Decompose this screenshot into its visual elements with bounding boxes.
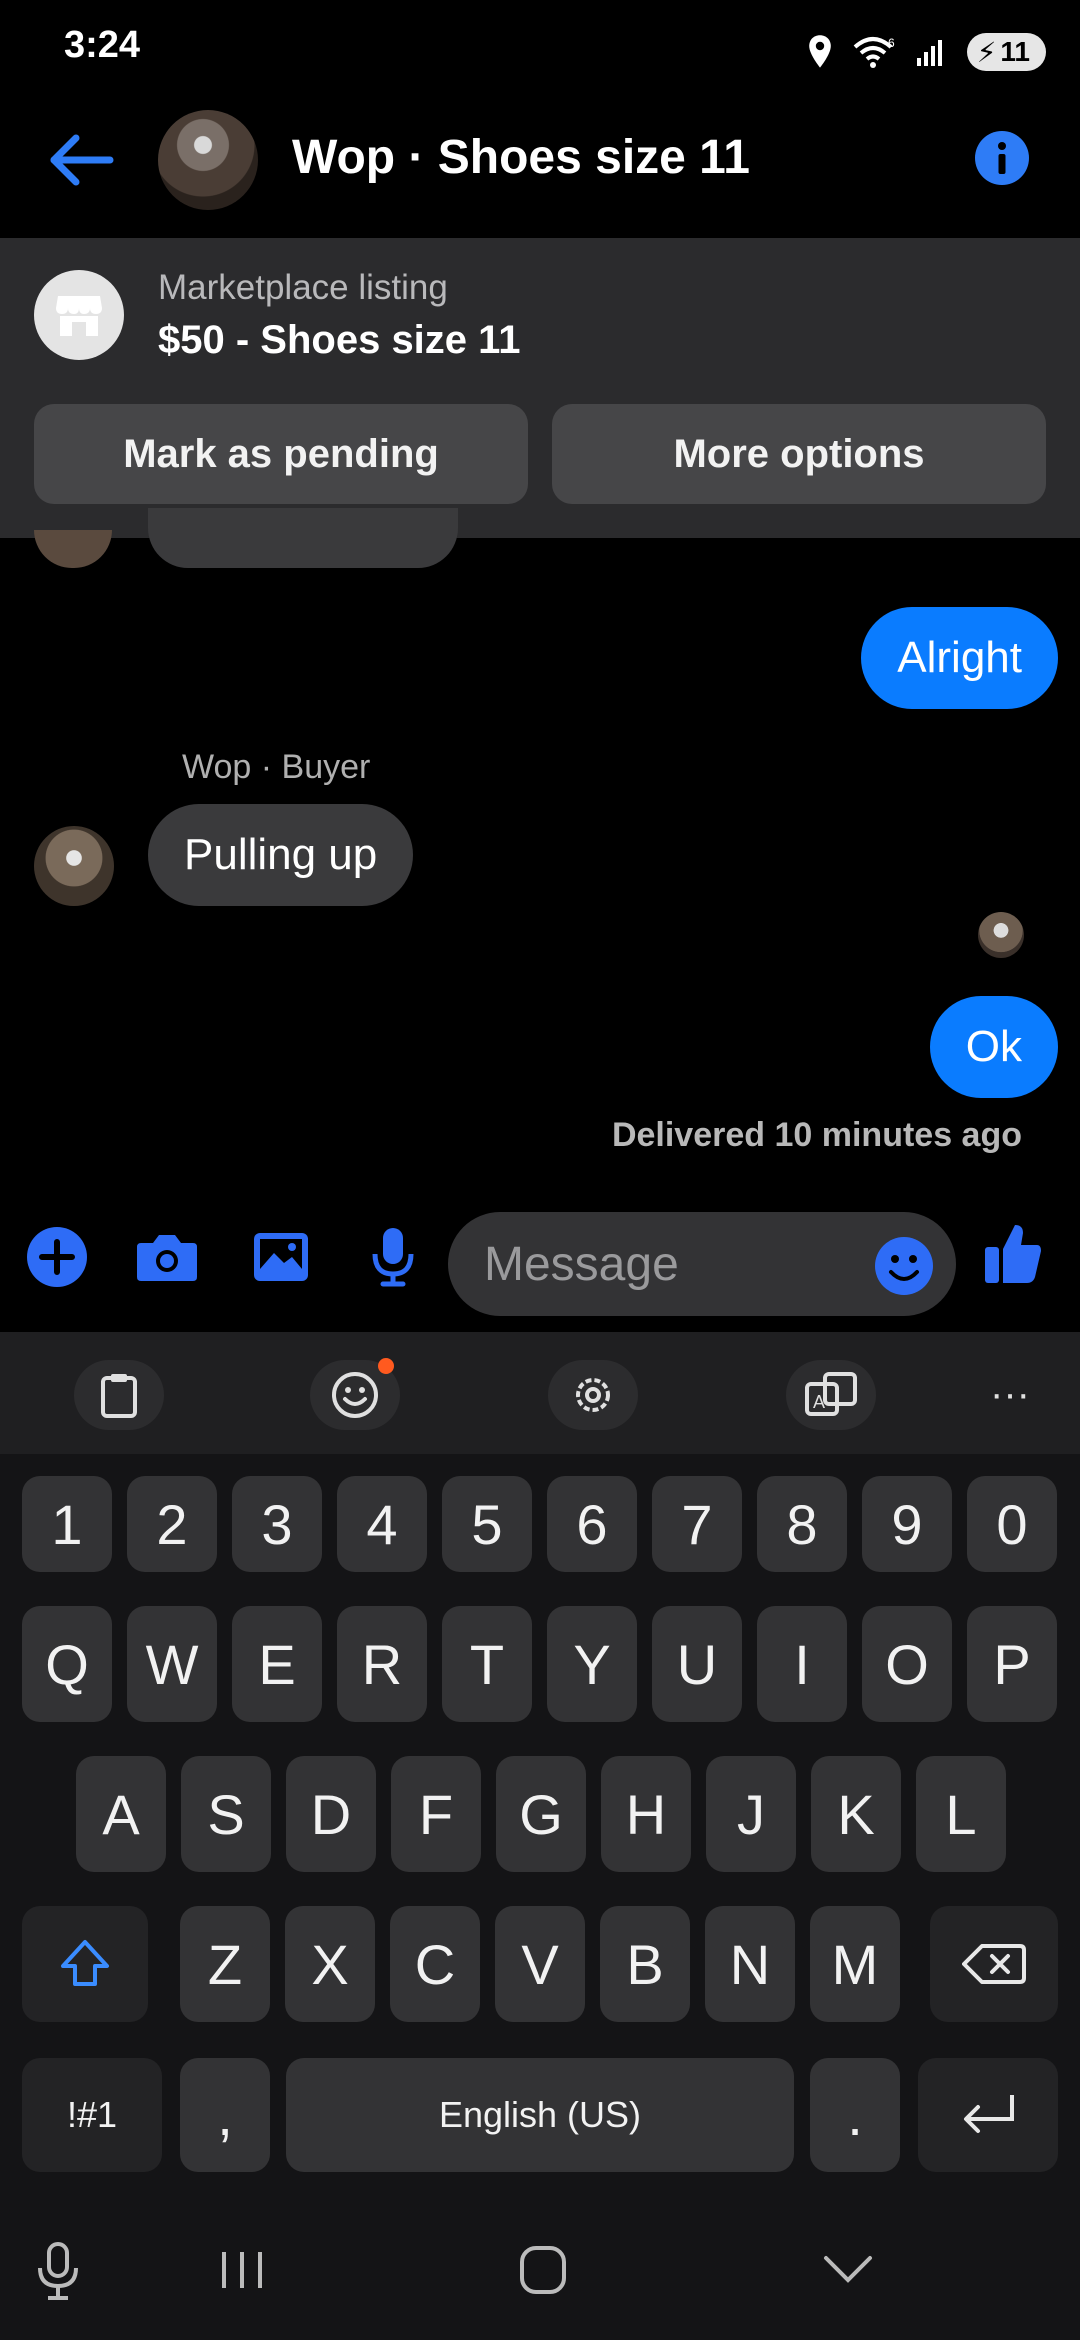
backspace-icon — [962, 1944, 1026, 1984]
key-3[interactable]: 3 — [232, 1476, 322, 1572]
spacebar[interactable]: English (US) — [286, 2058, 794, 2172]
key-x[interactable]: X — [285, 1906, 375, 2022]
message-bubble-outgoing[interactable]: Alright — [861, 607, 1058, 709]
key-v[interactable]: V — [495, 1906, 585, 2022]
key-b[interactable]: B — [600, 1906, 690, 2022]
key-p[interactable]: P — [967, 1606, 1057, 1722]
settings-gear-icon[interactable] — [548, 1360, 638, 1430]
key-7[interactable]: 7 — [652, 1476, 742, 1572]
emoji-icon[interactable] — [874, 1236, 934, 1296]
location-icon — [808, 35, 831, 68]
key-q[interactable]: Q — [22, 1606, 112, 1722]
key-f[interactable]: F — [391, 1756, 481, 1872]
key-5[interactable]: 5 — [442, 1476, 532, 1572]
marketplace-shop-icon — [34, 270, 124, 360]
key-t[interactable]: T — [442, 1606, 532, 1722]
hide-keyboard-chevron-down-icon[interactable] — [822, 2252, 874, 2286]
key-1[interactable]: 1 — [22, 1476, 112, 1572]
enter-key[interactable] — [918, 2058, 1058, 2172]
key-2[interactable]: 2 — [127, 1476, 217, 1572]
key-a[interactable]: A — [76, 1756, 166, 1872]
clipboard-icon[interactable] — [74, 1360, 164, 1430]
plus-icon[interactable] — [22, 1222, 92, 1292]
notification-dot — [378, 1358, 394, 1374]
charging-icon: ⚡ — [976, 36, 997, 68]
signal-icon — [916, 40, 942, 66]
key-6[interactable]: 6 — [547, 1476, 637, 1572]
delivery-status: Delivered 10 minutes ago — [611, 1116, 1022, 1154]
key-g[interactable]: G — [496, 1756, 586, 1872]
svg-text:A: A — [813, 1392, 825, 1412]
avatar[interactable] — [34, 826, 114, 906]
key-i[interactable]: I — [757, 1606, 847, 1722]
key-w[interactable]: W — [127, 1606, 217, 1722]
period-key[interactable]: . — [810, 2058, 900, 2172]
partial-avatar — [34, 530, 112, 568]
key-n[interactable]: N — [705, 1906, 795, 2022]
listing-title[interactable]: $50 - Shoes size 11 — [158, 318, 520, 363]
key-4[interactable]: 4 — [337, 1476, 427, 1572]
message-text: Pulling up — [184, 830, 378, 879]
status-time: 3:24 — [64, 24, 141, 66]
keyboard-emoji-icon[interactable] — [310, 1358, 400, 1430]
backspace-key[interactable] — [930, 1906, 1058, 2022]
sender-label: Wop · Buyer — [182, 748, 371, 786]
conversation-title[interactable]: Wop · Shoes size 11 — [292, 130, 750, 185]
status-icons: 6 ⚡ 11 — [805, 28, 1046, 76]
key-u[interactable]: U — [652, 1606, 742, 1722]
message-bubble-outgoing[interactable]: Ok — [929, 996, 1058, 1098]
key-c[interactable]: C — [390, 1906, 480, 2022]
mark-as-pending-button[interactable]: Mark as pending — [34, 404, 528, 504]
avatar[interactable] — [158, 110, 258, 210]
seen-indicator-avatar — [978, 912, 1024, 958]
shift-icon — [61, 1940, 109, 1986]
wifi-icon: 6 — [853, 36, 895, 68]
info-icon[interactable] — [974, 130, 1030, 186]
key-z[interactable]: Z — [180, 1906, 270, 2022]
microphone-icon[interactable] — [358, 1222, 428, 1292]
comma-key[interactable]: , — [180, 2058, 270, 2172]
key-s[interactable]: S — [181, 1756, 271, 1872]
shift-key[interactable] — [22, 1906, 148, 2022]
key-m[interactable]: M — [810, 1906, 900, 2022]
home-icon[interactable] — [518, 2244, 568, 2296]
svg-text:6: 6 — [888, 36, 895, 50]
key-r[interactable]: R — [337, 1606, 427, 1722]
key-d[interactable]: D — [286, 1756, 376, 1872]
more-options-button[interactable]: More options — [552, 404, 1046, 504]
recent-apps-icon[interactable] — [218, 2248, 266, 2292]
partial-message-bubble[interactable] — [148, 508, 458, 568]
key-8[interactable]: 8 — [757, 1476, 847, 1572]
enter-icon — [964, 2095, 1014, 2133]
more-dots-icon[interactable]: ··· — [990, 1372, 1030, 1417]
key-e[interactable]: E — [232, 1606, 322, 1722]
key-l[interactable]: L — [916, 1756, 1006, 1872]
symbols-key[interactable]: !#1 — [22, 2058, 162, 2172]
camera-icon[interactable] — [132, 1222, 202, 1292]
message-text: Alright — [897, 633, 1022, 682]
back-arrow-icon[interactable] — [46, 132, 116, 188]
key-o[interactable]: O — [862, 1606, 952, 1722]
key-k[interactable]: K — [811, 1756, 901, 1872]
key-0[interactable]: 0 — [967, 1476, 1057, 1572]
gallery-icon[interactable] — [246, 1222, 316, 1292]
battery-level: 11 — [1000, 36, 1030, 67]
listing-label: Marketplace listing — [158, 268, 448, 307]
message-text: Ok — [965, 1022, 1022, 1071]
key-j[interactable]: J — [706, 1756, 796, 1872]
message-bubble-incoming[interactable]: Pulling up — [148, 804, 414, 906]
key-y[interactable]: Y — [547, 1606, 637, 1722]
battery-indicator: ⚡ 11 — [966, 33, 1046, 71]
thumbs-up-icon[interactable] — [978, 1218, 1048, 1288]
key-9[interactable]: 9 — [862, 1476, 952, 1572]
voice-input-icon[interactable] — [36, 2242, 80, 2302]
translate-icon[interactable]: A — [786, 1360, 876, 1430]
key-h[interactable]: H — [601, 1756, 691, 1872]
